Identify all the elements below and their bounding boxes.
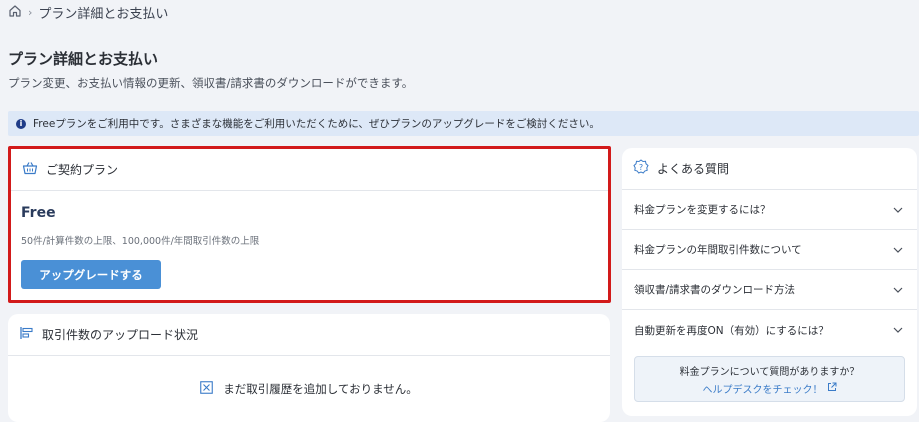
empty-state: まだ取引履歴を追加しておりません。: [8, 356, 610, 422]
faq-item[interactable]: 領収書/請求書のダウンロード方法: [622, 270, 917, 310]
helpdesk-link[interactable]: ヘルプデスクをチェック！: [703, 381, 837, 396]
empty-state-text: まだ取引履歴を追加しておりません。: [223, 382, 418, 396]
faq-item-label: 料金プランの年間取引件数について: [634, 244, 802, 256]
external-link-icon: [827, 382, 837, 395]
plan-card-header: ご契約プラン: [11, 149, 608, 191]
plan-card-title: ご契約プラン: [46, 163, 119, 177]
home-icon[interactable]: [8, 4, 22, 22]
chevron-down-icon: [893, 244, 903, 256]
upload-status-card: 取引件数のアップロード状況 まだ取引履歴を追加しておりません。: [8, 314, 610, 422]
faq-item[interactable]: 自動更新を再度ON（有効）にするには？: [622, 310, 917, 350]
helpdesk-question: 料金プランについて質問がありますか？: [679, 366, 860, 378]
plan-limits: 50件/計算件数の上限、100,000件/年間取引件数の上限: [21, 236, 260, 247]
breadcrumb-separator: ›: [28, 6, 33, 19]
upgrade-notice: i Freeプランをご利用中です。さまざまな機能をご利用いただくために、ぜひプラ…: [8, 111, 919, 136]
faq-item[interactable]: 料金プランの年間取引件数について: [622, 230, 917, 270]
plan-name: Free: [21, 205, 56, 221]
helpdesk-link-label: ヘルプデスクをチェック！: [702, 384, 823, 396]
faq-item-label: 料金プランを変更するには？: [634, 204, 771, 216]
chart-icon: [19, 326, 34, 343]
page-description: プラン変更、お支払い情報の更新、領収書/請求書のダウンロードができます。: [8, 76, 414, 90]
chevron-down-icon: [893, 204, 903, 216]
chevron-down-icon: [893, 284, 903, 296]
faq-list: 料金プランを変更するには？ 料金プランの年間取引件数について 領収書/請求書のダ…: [622, 190, 917, 350]
faq-title: よくある質問: [657, 162, 730, 176]
faq-item[interactable]: 料金プランを変更するには？: [622, 190, 917, 230]
upload-card-header: 取引件数のアップロード状況: [8, 314, 610, 356]
upgrade-button[interactable]: アップグレードする: [21, 260, 161, 289]
plan-card: ご契約プラン Free 50件/計算件数の上限、100,000件/年間取引件数の…: [8, 146, 611, 303]
breadcrumb: › プラン詳細とお支払い: [8, 3, 168, 22]
notice-text: Freeプランをご利用中です。さまざまな機能をご利用いただくために、ぜひプランの…: [33, 118, 600, 130]
empty-box-icon: [200, 381, 214, 397]
basket-icon: [22, 161, 38, 178]
breadcrumb-current: プラン詳細とお支払い: [38, 7, 169, 22]
upload-card-title: 取引件数のアップロード状況: [42, 328, 199, 342]
page-title: プラン詳細とお支払い: [8, 50, 159, 68]
info-icon: i: [16, 118, 26, 129]
faq-card: ? よくある質問 料金プランを変更するには？ 料金プランの年間取引件数について …: [622, 148, 917, 416]
faq-card-header: ? よくある質問: [622, 148, 917, 190]
chevron-down-icon: [893, 324, 903, 336]
question-badge-icon: ?: [633, 159, 649, 178]
svg-text:?: ?: [639, 163, 643, 172]
faq-item-label: 自動更新を再度ON（有効）にするには？: [634, 324, 829, 337]
helpdesk-box: 料金プランについて質問がありますか？ ヘルプデスクをチェック！: [634, 356, 905, 402]
faq-item-label: 領収書/請求書のダウンロード方法: [634, 284, 796, 296]
